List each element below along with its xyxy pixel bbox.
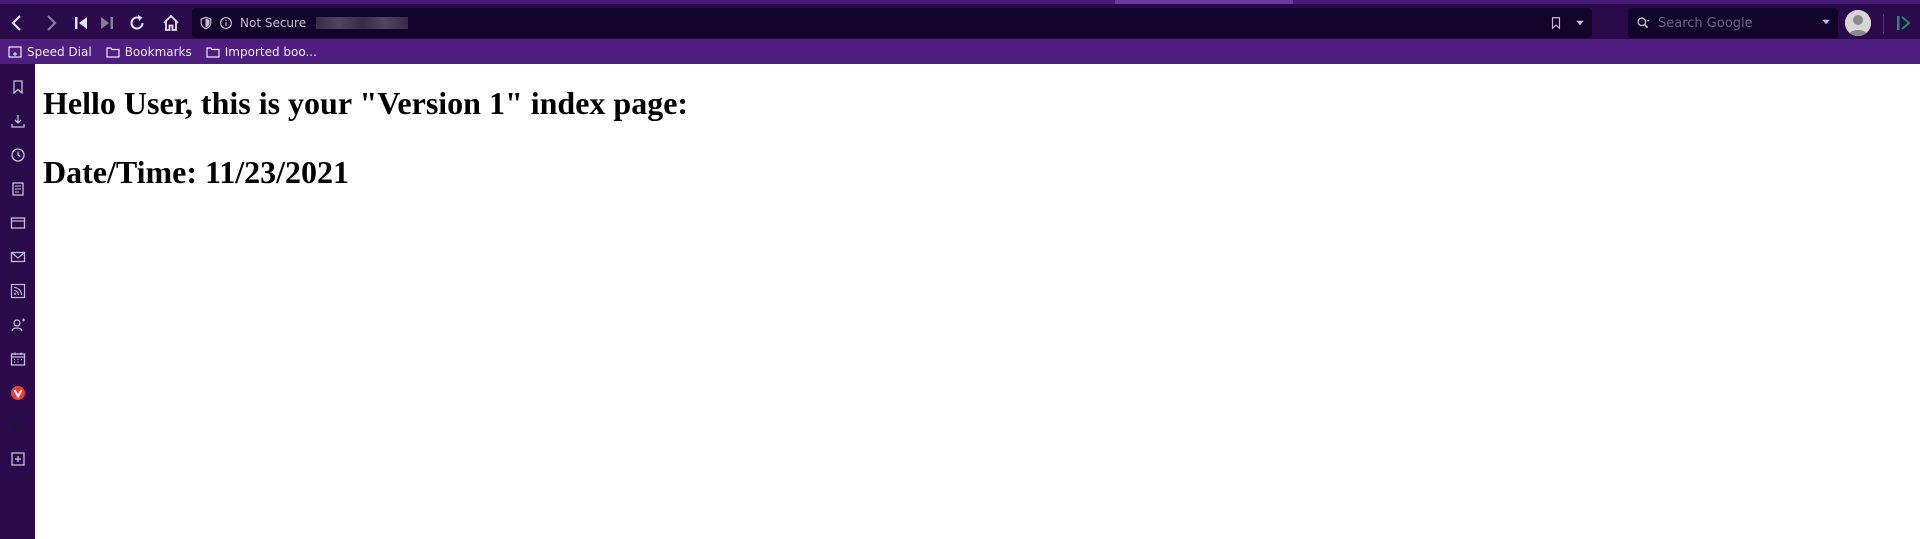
contacts-icon bbox=[10, 318, 25, 331]
svg-text:W: W bbox=[12, 422, 23, 434]
search-input[interactable] bbox=[1656, 14, 1820, 32]
active-tab-indicator[interactable] bbox=[1115, 0, 1293, 4]
mail-panel-button[interactable] bbox=[8, 247, 27, 266]
feed-icon bbox=[10, 283, 25, 298]
home-button[interactable] bbox=[156, 8, 186, 38]
folder-icon bbox=[106, 46, 120, 58]
address-bar[interactable]: Not Secure bbox=[192, 8, 1592, 38]
page-heading-hello: Hello User, this is your "Version 1" ind… bbox=[43, 85, 689, 121]
panel-toggle-button[interactable] bbox=[1894, 13, 1914, 33]
notes-icon bbox=[11, 181, 24, 196]
search-engine-dropdown-icon[interactable] bbox=[1820, 15, 1832, 33]
speed-dial-icon bbox=[8, 45, 22, 58]
reload-icon bbox=[130, 15, 144, 30]
forward-button[interactable] bbox=[36, 8, 66, 38]
reload-button[interactable] bbox=[122, 8, 152, 38]
bookmark-page-icon[interactable] bbox=[1544, 8, 1568, 38]
bookmark-folder-bookmarks[interactable]: Bookmarks bbox=[106, 45, 192, 59]
page-content: Hello User, this is your "Version 1" ind… bbox=[35, 64, 1920, 539]
bookmarks-bar: Speed Dial Bookmarks Imported boo... bbox=[0, 39, 1920, 64]
folder-icon bbox=[206, 46, 220, 58]
mail-icon bbox=[10, 251, 25, 262]
vivaldi-panel-button[interactable] bbox=[8, 383, 27, 402]
panel-toggle-icon bbox=[1897, 16, 1911, 30]
wikipedia-icon: W bbox=[12, 422, 23, 434]
fast-forward-button[interactable] bbox=[92, 8, 122, 38]
back-button[interactable] bbox=[2, 8, 32, 38]
page-heading-date: Date/Time: 11/23/2021 bbox=[43, 154, 350, 190]
wikipedia-panel-button[interactable]: W bbox=[8, 417, 27, 436]
bookmark-folder-imported[interactable]: Imported boo... bbox=[206, 45, 317, 59]
bookmark-icon bbox=[12, 79, 23, 94]
side-panel: W bbox=[0, 64, 35, 539]
info-icon[interactable] bbox=[218, 15, 234, 31]
bookmark-label: Speed Dial bbox=[27, 44, 92, 59]
address-bar-actions bbox=[1544, 8, 1592, 38]
notes-panel-button[interactable] bbox=[8, 179, 27, 198]
calendar-panel-button[interactable] bbox=[8, 349, 27, 368]
toolbar-separator bbox=[1883, 14, 1884, 34]
url-text[interactable] bbox=[316, 17, 409, 29]
contacts-panel-button[interactable] bbox=[8, 315, 27, 334]
address-dropdown-icon[interactable] bbox=[1568, 8, 1592, 38]
toolbar: Not Secure bbox=[0, 0, 1920, 39]
bookmark-speed-dial[interactable]: Speed Dial bbox=[8, 45, 92, 59]
download-icon bbox=[10, 114, 25, 128]
vivaldi-icon bbox=[10, 385, 25, 400]
add-panel-button[interactable] bbox=[8, 449, 27, 468]
calendar-icon bbox=[10, 352, 25, 366]
search-field[interactable] bbox=[1628, 8, 1838, 38]
feeds-panel-button[interactable] bbox=[8, 281, 27, 300]
downloads-panel-button[interactable] bbox=[8, 111, 27, 130]
chevron-left-icon bbox=[11, 15, 21, 31]
security-status-label: Not Secure bbox=[240, 16, 307, 30]
chevron-right-icon bbox=[47, 15, 57, 31]
history-icon bbox=[10, 147, 25, 162]
bookmarks-panel-button[interactable] bbox=[8, 77, 27, 96]
search-icon[interactable] bbox=[1634, 14, 1652, 32]
shield-icon[interactable] bbox=[198, 15, 214, 31]
browser-window: Not Secure Search Google Speed Dial Book… bbox=[0, 0, 1920, 539]
bookmark-label: Imported boo... bbox=[224, 44, 317, 59]
history-panel-button[interactable] bbox=[8, 145, 27, 164]
home-icon bbox=[163, 14, 179, 31]
rewind-icon bbox=[75, 17, 87, 29]
window-icon bbox=[10, 216, 25, 229]
profile-avatar[interactable] bbox=[1845, 10, 1871, 36]
user-icon bbox=[1845, 10, 1871, 36]
bookmark-label: Bookmarks bbox=[124, 44, 192, 59]
add-panel-icon bbox=[10, 451, 25, 466]
window-panel-button[interactable] bbox=[8, 213, 27, 232]
fast-forward-icon bbox=[101, 17, 113, 29]
